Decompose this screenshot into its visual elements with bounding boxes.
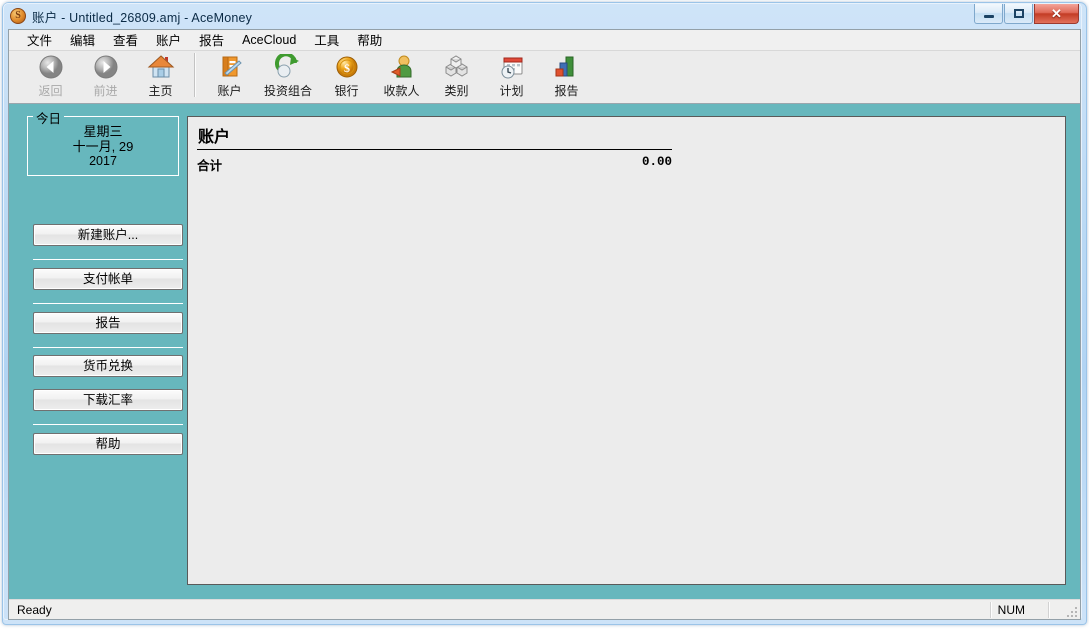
toolbar: 返回 前进 主页 账户 投资组合 $ 银行 收款人 类别 计划 报告 (9, 51, 1080, 103)
toolbar-label-payees: 收款人 (383, 84, 420, 98)
page-title: 账户 (198, 129, 231, 146)
window-controls: ✕ (973, 4, 1079, 26)
sidebar: 今日 星期三 十一月, 29 2017 新建账户... 支付帐单 报告 货币兑换… (9, 104, 187, 599)
toolbar-button-banks[interactable]: $ 银行 (319, 51, 374, 101)
toolbar-button-reports[interactable]: 报告 (539, 51, 594, 101)
svg-text:$: $ (344, 61, 350, 75)
sidebar-separator-4 (33, 424, 183, 425)
categories-cubes-icon (429, 53, 484, 81)
minimize-button[interactable] (974, 4, 1003, 24)
account-book-icon (202, 53, 257, 81)
maximize-button[interactable] (1004, 4, 1033, 24)
menu-item-view[interactable]: 查看 (104, 30, 147, 52)
toolbar-label-reports: 报告 (554, 84, 579, 98)
home-icon (133, 53, 188, 81)
sidebar-button-currency-exchange[interactable]: 货币兑换 (33, 355, 183, 377)
toolbar-button-forward[interactable]: 前进 (78, 51, 133, 101)
total-row: 合计 0.00 (197, 155, 672, 173)
today-year: 2017 (89, 154, 117, 168)
menu-item-help[interactable]: 帮助 (348, 30, 391, 52)
client-area: 文件 编辑 查看 账户 报告 AceCloud 工具 帮助 返回 前进 主页 账… (8, 29, 1081, 620)
toolbar-label-schedule: 计划 (499, 84, 524, 98)
menu-bar: 文件 编辑 查看 账户 报告 AceCloud 工具 帮助 (9, 30, 1080, 51)
accounts-panel: 账户 合计 0.00 (187, 116, 1066, 585)
status-num-indicator: NUM (997, 603, 1025, 617)
toolbar-label-banks: 银行 (334, 84, 359, 98)
menu-item-tools[interactable]: 工具 (305, 30, 348, 52)
toolbar-label-back: 返回 (38, 84, 63, 98)
today-month-day: 十一月, 29 (72, 139, 134, 154)
sidebar-button-new-account[interactable]: 新建账户... (33, 224, 183, 246)
toolbar-label-forward: 前进 (93, 84, 118, 98)
toolbar-button-schedule[interactable]: 计划 (484, 51, 539, 101)
total-label: 合计 (197, 159, 223, 173)
toolbar-label-categories: 类别 (444, 84, 469, 98)
app-coin-icon: S (10, 8, 26, 24)
today-date-box: 今日 星期三 十一月, 29 2017 (27, 108, 179, 176)
toolbar-label-portfolio: 投资组合 (263, 84, 312, 98)
toolbar-button-categories[interactable]: 类别 (429, 51, 484, 101)
schedule-calendar-icon (484, 53, 539, 81)
payee-person-icon (374, 53, 429, 81)
resize-grip[interactable] (1065, 605, 1077, 617)
status-message: Ready (17, 603, 52, 617)
toolbar-separator (194, 53, 196, 97)
menu-item-accounts[interactable]: 账户 (147, 30, 190, 52)
coin-dollar-icon: $ (319, 53, 374, 81)
forward-arrow-icon (78, 53, 133, 81)
menu-item-edit[interactable]: 编辑 (61, 30, 104, 52)
portfolio-icon (257, 53, 319, 81)
sidebar-button-pay-bills[interactable]: 支付帐单 (33, 268, 183, 290)
today-day-of-week: 星期三 (83, 124, 123, 139)
sidebar-separator-1 (33, 259, 183, 260)
sidebar-button-download-rates[interactable]: 下载汇率 (33, 389, 183, 411)
maximize-icon (1013, 9, 1024, 18)
menu-item-file[interactable]: 文件 (18, 30, 61, 52)
sidebar-button-help[interactable]: 帮助 (33, 433, 183, 455)
status-bar: Ready NUM (9, 599, 1080, 619)
status-divider-2 (1048, 602, 1050, 618)
toolbar-label-accounts: 账户 (217, 84, 242, 98)
toolbar-button-home[interactable]: 主页 (133, 51, 188, 101)
workspace: 今日 星期三 十一月, 29 2017 新建账户... 支付帐单 报告 货币兑换… (9, 103, 1080, 599)
sidebar-separator-3 (33, 347, 183, 348)
status-divider-1 (990, 602, 992, 618)
total-value: 0.00 (641, 155, 672, 169)
report-barchart-icon (539, 53, 594, 81)
toolbar-button-payees[interactable]: 收款人 (374, 51, 429, 101)
window-title: 账户 - Untitled_26809.amj - AceMoney (32, 11, 253, 25)
close-icon: ✕ (1051, 6, 1062, 21)
back-arrow-icon (23, 53, 78, 81)
today-date-lines: 星期三 十一月, 29 2017 (28, 124, 178, 169)
menu-item-acecloud[interactable]: AceCloud (233, 31, 305, 50)
title-bar[interactable]: S 账户 - Untitled_26809.amj - AceMoney ✕ (4, 4, 1081, 28)
toolbar-button-portfolio[interactable]: 投资组合 (257, 51, 319, 101)
close-button[interactable]: ✕ (1034, 4, 1079, 24)
toolbar-button-back[interactable]: 返回 (23, 51, 78, 101)
sidebar-button-reports[interactable]: 报告 (33, 312, 183, 334)
toolbar-label-home: 主页 (148, 84, 173, 98)
toolbar-button-accounts[interactable]: 账户 (202, 51, 257, 101)
sidebar-separator-2 (33, 303, 183, 304)
title-divider (197, 149, 672, 150)
menu-item-reports[interactable]: 报告 (190, 30, 233, 52)
application-window: S 账户 - Untitled_26809.amj - AceMoney ✕ 文… (0, 0, 1089, 629)
minimize-icon (983, 15, 994, 18)
